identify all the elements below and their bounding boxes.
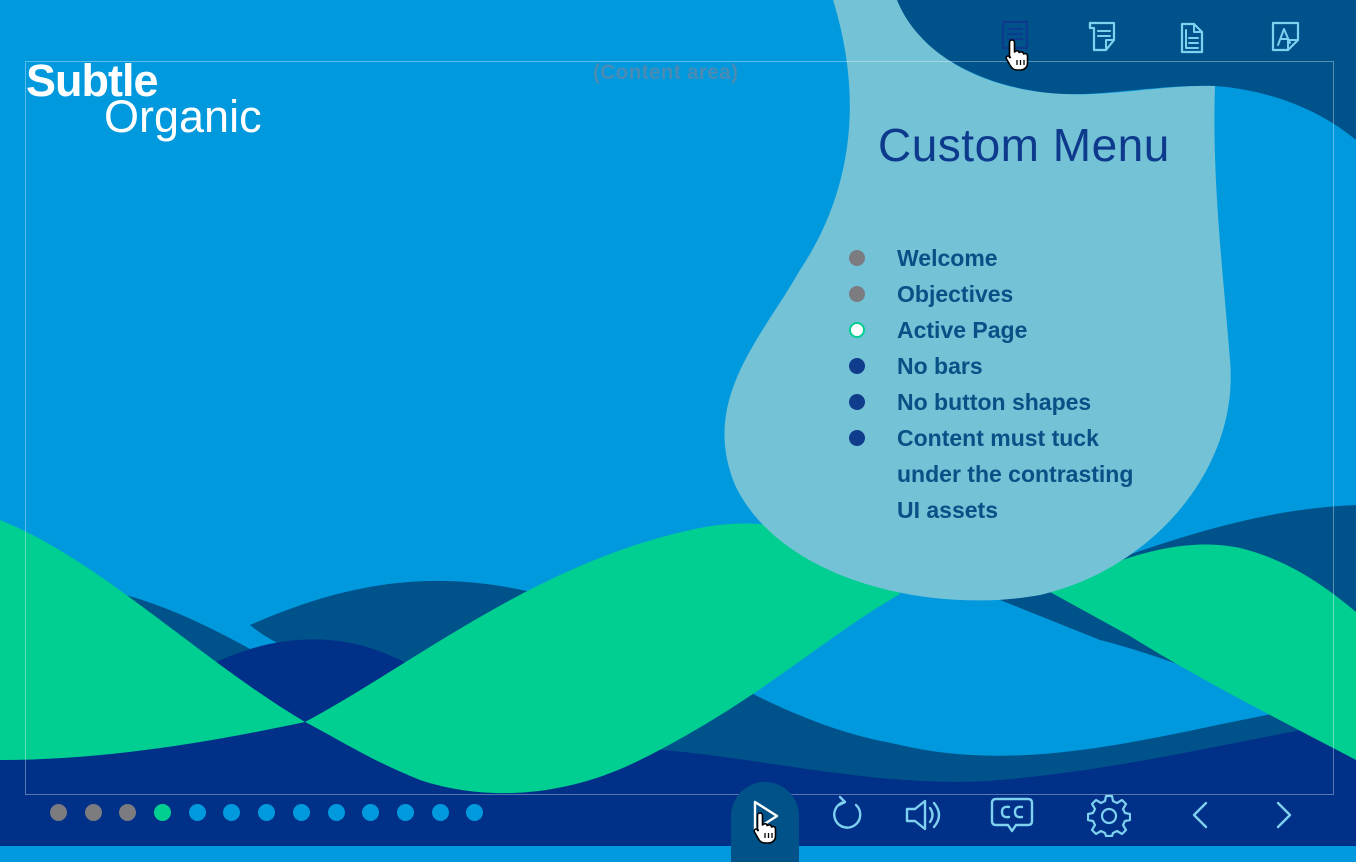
progress-dot[interactable]	[258, 804, 275, 821]
glossary-icon[interactable]	[1268, 18, 1304, 54]
menu-item-label: Welcome	[897, 245, 998, 271]
brand-line-2: Organic	[104, 91, 262, 142]
progress-dot[interactable]	[293, 804, 310, 821]
content-area-label: (Content area)	[593, 61, 739, 84]
cursor-hand-icon	[1005, 39, 1029, 71]
pending-dot-icon	[849, 394, 865, 410]
progress-dot[interactable]	[223, 804, 240, 821]
closed-captions-icon[interactable]	[990, 793, 1034, 837]
menu-item-continuation: under the contrasting	[848, 456, 1157, 492]
menu-item-label: Active Page	[897, 317, 1028, 343]
menu-title: Custom Menu	[878, 119, 1170, 171]
progress-dot[interactable]	[397, 804, 414, 821]
menu-item-active-page[interactable]: Active Page	[848, 312, 1157, 348]
pending-dot-icon	[849, 430, 865, 446]
settings-icon[interactable]	[1087, 793, 1131, 837]
menu-item-no-button-shapes[interactable]: No button shapes	[848, 384, 1157, 420]
visited-dot-icon	[849, 286, 865, 302]
progress-dot[interactable]	[362, 804, 379, 821]
menu-list: Welcome Objectives Active Page No bars N…	[848, 240, 1157, 528]
progress-dot-active[interactable]	[154, 804, 171, 821]
menu-item-label: Content must tuck	[897, 425, 1099, 451]
menu-item-no-bars[interactable]: No bars	[848, 348, 1157, 384]
menu-item-label: No bars	[897, 353, 983, 379]
cursor-hand-icon	[753, 812, 777, 844]
progress-dot[interactable]	[189, 804, 206, 821]
progress-dot[interactable]	[328, 804, 345, 821]
progress-dot[interactable]	[50, 804, 67, 821]
active-dot-icon	[849, 322, 865, 338]
notes-icon[interactable]	[1084, 18, 1120, 54]
brand-logo: Subtle Organic	[26, 56, 262, 142]
previous-icon[interactable]	[1178, 793, 1222, 837]
progress-dot[interactable]	[119, 804, 136, 821]
menu-item-content-must-tuck[interactable]: Content must tuck	[848, 420, 1157, 456]
progress-dot[interactable]	[466, 804, 483, 821]
menu-item-label: under the contrasting	[897, 461, 1134, 487]
audio-icon[interactable]	[902, 793, 946, 837]
menu-item-welcome[interactable]: Welcome	[848, 240, 1157, 276]
pending-dot-icon	[849, 358, 865, 374]
menu-item-label: No button shapes	[897, 389, 1092, 415]
menu-item-label: Objectives	[897, 281, 1014, 307]
progress-dot[interactable]	[85, 804, 102, 821]
next-icon[interactable]	[1262, 793, 1306, 837]
replay-icon[interactable]	[824, 793, 868, 837]
resources-icon[interactable]	[1174, 20, 1210, 56]
visited-dot-icon	[849, 250, 865, 266]
menu-item-continuation: UI assets	[848, 492, 1157, 528]
menu-item-label: UI assets	[897, 497, 999, 523]
menu-item-objectives[interactable]: Objectives	[848, 276, 1157, 312]
progress-dot[interactable]	[432, 804, 449, 821]
